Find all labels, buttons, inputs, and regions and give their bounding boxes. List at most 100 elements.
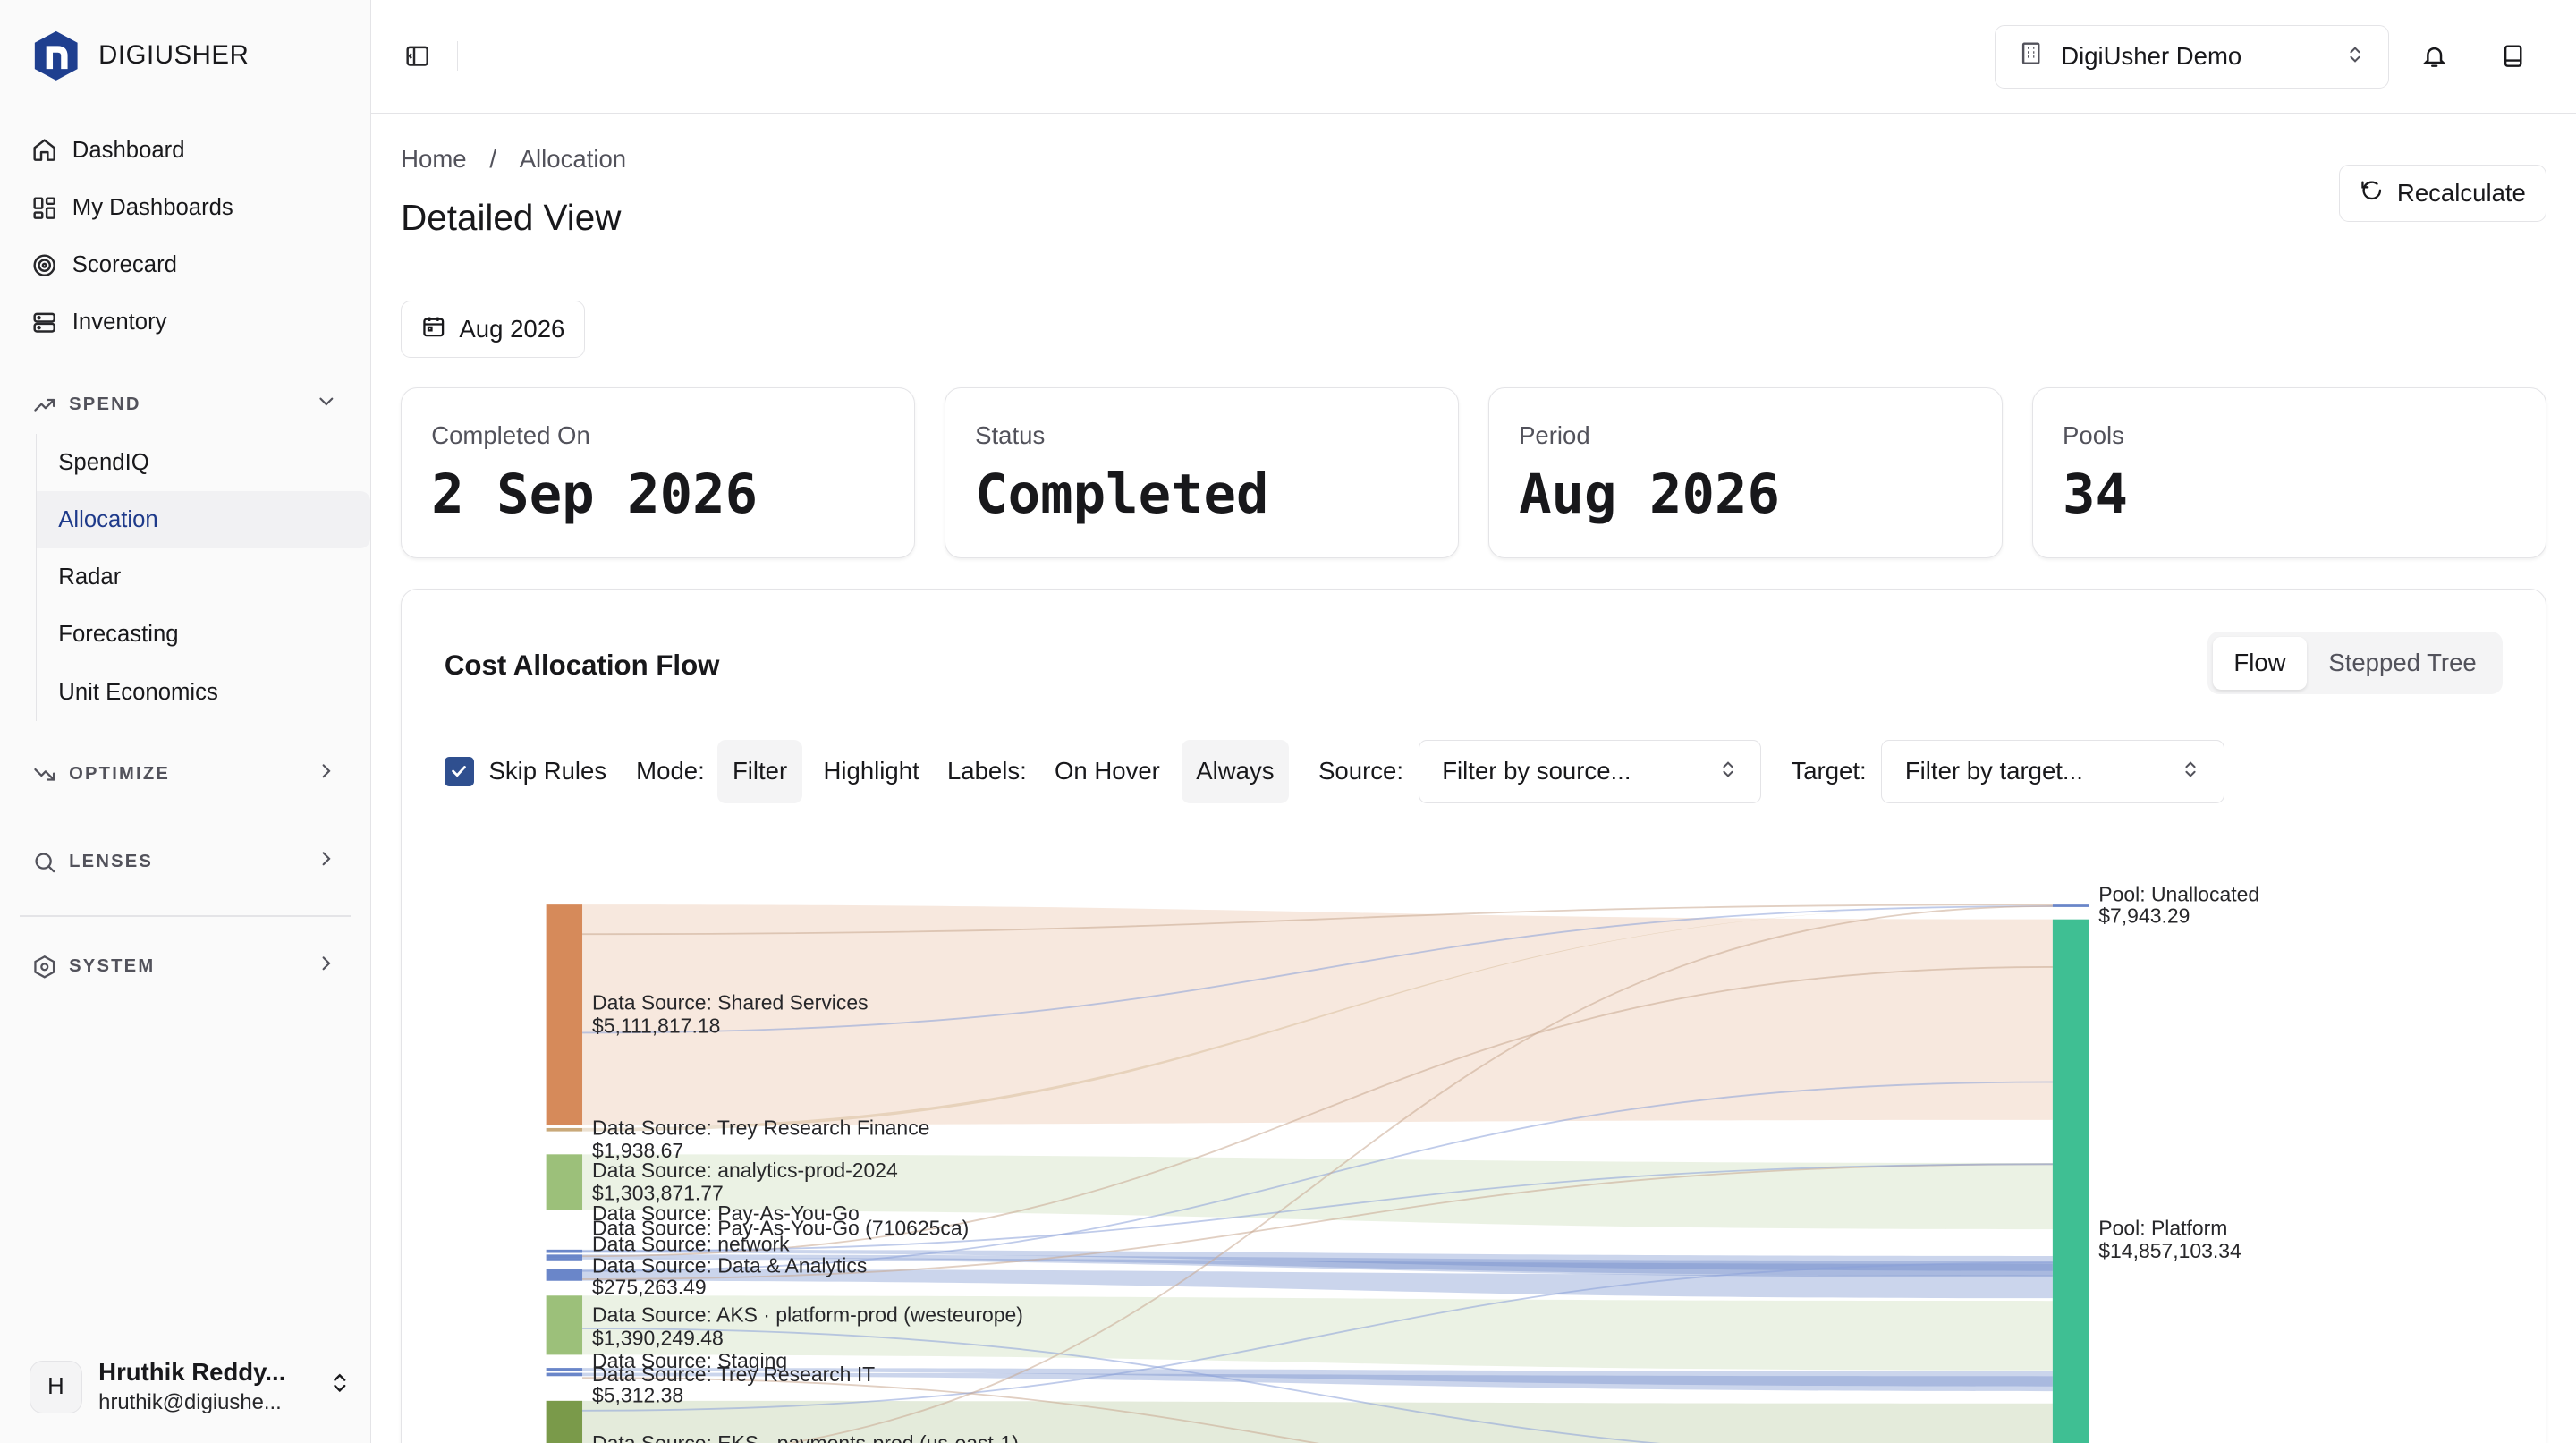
sankey-source-label: Data Source: Trey Research IT — [592, 1362, 875, 1386]
user-name: Hruthik Reddy... — [98, 1358, 286, 1387]
org-selector[interactable]: DigiUsher Demo — [1994, 24, 2389, 89]
calendar-icon — [421, 314, 446, 345]
sankey-source-value: $1,390,249.48 — [592, 1326, 724, 1349]
chevron-down-icon — [315, 390, 338, 420]
user-menu[interactable]: H Hruthik Reddy... hruthik@digiushe... — [30, 1357, 352, 1416]
labels-on-hover-button[interactable]: On Hover — [1039, 740, 1174, 804]
sidebar-section-system[interactable]: SYSTEM — [20, 938, 351, 996]
sidebar-item-radar[interactable]: Radar — [37, 548, 351, 606]
sankey-source-label: Data Source: AKS · platform-prod (westeu… — [592, 1303, 1023, 1327]
sidebar-item-label: Dashboard — [72, 137, 185, 163]
mode-filter-button[interactable]: Filter — [717, 739, 802, 804]
sidebar-item-label: My Dashboards — [72, 194, 233, 220]
chevrons-up-down-icon — [328, 1371, 352, 1402]
sankey-source-node[interactable] — [546, 904, 583, 1125]
skip-rules-checkbox[interactable] — [444, 756, 474, 786]
sankey-source-node[interactable] — [546, 1400, 583, 1443]
sankey-source-node[interactable] — [546, 1269, 583, 1281]
sankey-target-value: $7,943.29 — [2098, 904, 2190, 927]
sankey-source-node[interactable] — [546, 1127, 583, 1132]
sidebar-item-label: Inventory — [72, 310, 167, 335]
sankey-source-node[interactable] — [546, 1295, 583, 1355]
target-filter-placeholder: Filter by target... — [1904, 757, 2083, 785]
bell-icon[interactable] — [2419, 39, 2452, 72]
target-filter-select[interactable]: Filter by target... — [1881, 739, 2225, 804]
sidebar-item-my-dashboards[interactable]: My Dashboards — [20, 179, 351, 236]
mode-label: Mode: — [636, 757, 705, 785]
stat-label: Status — [975, 421, 1046, 450]
sankey-source-label: Data Source: EKS · payments-prod (us-eas… — [592, 1431, 1019, 1443]
sidebar-section-lenses[interactable]: LENSES — [20, 833, 351, 890]
sidebar-section-spend[interactable]: SPEND — [20, 377, 351, 434]
sankey-source-value: $5,312.38 — [592, 1384, 683, 1407]
breadcrumb: Home / Allocation — [401, 145, 626, 174]
sidebar-item-dashboard[interactable]: Dashboard — [20, 122, 351, 179]
sidebar-section-optimize[interactable]: OPTIMIZE — [20, 746, 351, 803]
sankey-chart: Data Source: Shared Services$5,111,817.1… — [546, 883, 2259, 1443]
target-label: Target: — [1791, 757, 1867, 785]
sankey-source-node[interactable] — [546, 1258, 583, 1261]
period-picker-label: Aug 2026 — [459, 315, 565, 344]
sidebar-item-unit-economics[interactable]: Unit Economics — [37, 664, 351, 721]
sankey-source-label: Data Source: Shared Services — [592, 991, 869, 1014]
stat-card-pools: Pools 34 — [2031, 387, 2546, 559]
tab-flow[interactable]: Flow — [2212, 636, 2308, 690]
sankey-source-node[interactable] — [546, 1372, 583, 1377]
sankey-target-label: Pool: Unallocated — [2098, 883, 2259, 906]
stat-value: Aug 2026 — [1519, 463, 1780, 526]
topbar: DigiUsher Demo — [371, 0, 2576, 114]
database-icon — [30, 308, 59, 337]
chevron-right-icon — [315, 760, 338, 790]
tab-stepped-tree[interactable]: Stepped Tree — [2307, 637, 2497, 690]
sankey-source-label: Data Source: Data & Analytics — [592, 1254, 867, 1277]
sankey-target-value: $14,857,103.34 — [2098, 1239, 2241, 1262]
breadcrumb-separator: / — [489, 144, 496, 173]
sidebar: DIGIUSHER Dashboard My Dashboards Scorec… — [0, 0, 372, 1443]
breadcrumb-current: Allocation — [519, 144, 627, 173]
period-picker-button[interactable]: Aug 2026 — [401, 301, 586, 359]
section-label: SYSTEM — [69, 956, 156, 977]
sankey-source-node[interactable] — [546, 1254, 583, 1259]
sankey-source-node[interactable] — [546, 1249, 583, 1253]
chevrons-up-down-icon — [2181, 757, 2200, 785]
sidebar-nav: Dashboard My Dashboards Scorecard Invent… — [0, 112, 371, 996]
chevrons-up-down-icon — [2345, 42, 2365, 71]
sidebar-item-spendiq[interactable]: SpendIQ — [37, 434, 351, 491]
sankey-target-node[interactable] — [2053, 919, 2089, 1443]
recalculate-button[interactable]: Recalculate — [2338, 164, 2546, 222]
sidebar-item-allocation[interactable]: Allocation — [37, 491, 371, 549]
stat-label: Completed On — [431, 421, 590, 450]
sidebar-item-scorecard[interactable]: Scorecard — [20, 236, 351, 293]
grid-icon — [30, 193, 59, 223]
chevrons-up-down-icon — [1718, 757, 1738, 785]
sankey-link[interactable] — [582, 904, 2054, 1125]
spend-submenu: SpendIQ Allocation Radar Forecasting Uni… — [36, 433, 371, 722]
flow-controls: Skip Rules Mode: Filter Highlight Labels… — [444, 739, 2225, 804]
mode-highlight-button[interactable]: Highlight — [809, 740, 934, 804]
source-filter-select[interactable]: Filter by source... — [1418, 739, 1762, 804]
tablet-icon[interactable] — [2497, 39, 2530, 72]
labels-always-button[interactable]: Always — [1181, 739, 1290, 804]
sankey-source-label: Data Source: analytics-prod-2024 — [592, 1159, 898, 1182]
sidebar-item-inventory[interactable]: Inventory — [20, 294, 351, 352]
sankey-source-value: $275,263.49 — [592, 1275, 707, 1298]
chevron-right-icon — [315, 846, 338, 877]
sidebar-toggle-icon[interactable] — [401, 40, 434, 73]
digiusher-logo — [34, 30, 78, 81]
breadcrumb-home[interactable]: Home — [401, 145, 466, 174]
trending-up-icon — [30, 390, 59, 420]
sankey-source-node[interactable] — [546, 1154, 583, 1210]
flow-title: Cost Allocation Flow — [444, 649, 720, 682]
stat-value: 34 — [2063, 463, 2128, 526]
view-tabs: Flow Stepped Tree — [2207, 632, 2504, 695]
sankey-source-node[interactable] — [546, 1368, 583, 1371]
topbar-separator — [456, 41, 459, 72]
labels-label: Labels: — [946, 757, 1027, 785]
cost-allocation-flow-card: Cost Allocation Flow Flow Stepped Tree S… — [401, 588, 2546, 1443]
sankey-target-node[interactable] — [2053, 904, 2089, 907]
skip-rules-label[interactable]: Skip Rules — [488, 757, 606, 785]
brand[interactable]: DIGIUSHER — [0, 0, 370, 112]
trending-down-icon — [30, 760, 59, 789]
sidebar-item-forecasting[interactable]: Forecasting — [37, 607, 351, 664]
stat-card-completed-on: Completed On 2 Sep 2026 — [401, 387, 916, 559]
